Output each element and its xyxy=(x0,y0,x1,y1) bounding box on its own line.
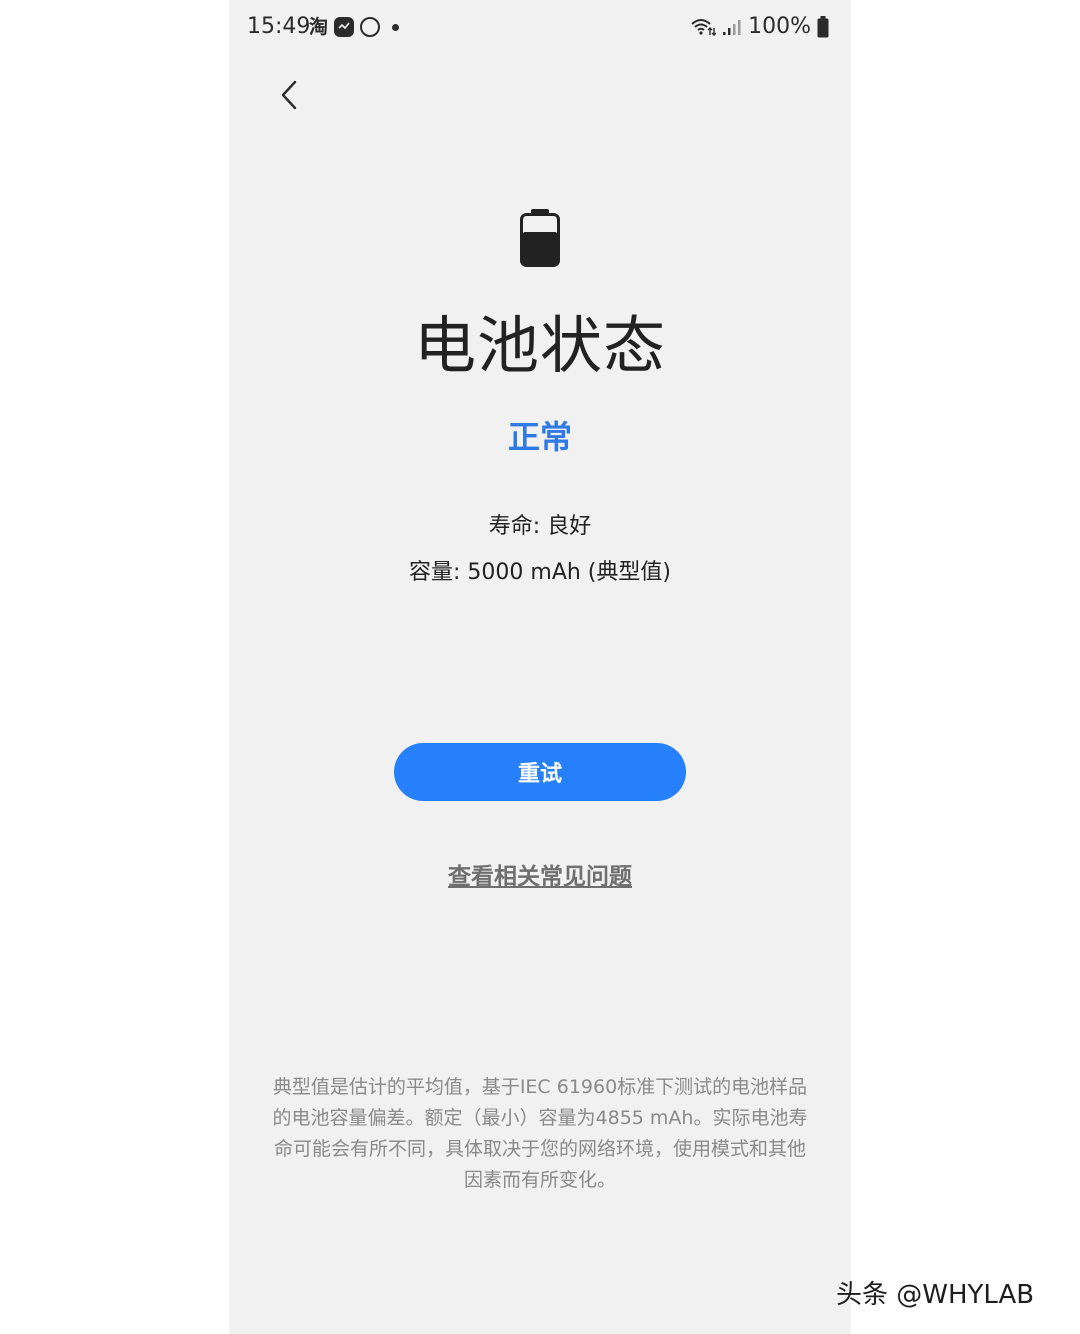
battery-percent: 100% xyxy=(748,14,811,39)
battery-life-text: 寿命: 良好 xyxy=(488,514,592,539)
wifi-icon xyxy=(691,18,717,36)
status-bar: 15:49 淘 100% xyxy=(229,0,851,56)
battery-status-icon xyxy=(520,209,560,267)
status-indicators: 100% xyxy=(690,14,829,39)
phone-screen: 15:49 淘 100% 电池状态 正常 寿命: 良好 容量: 5000 mAh… xyxy=(229,0,851,1334)
circle-app-icon xyxy=(360,17,381,37)
watermark: 头条 @WHYLAB xyxy=(836,1280,1035,1310)
page-title: 电池状态 xyxy=(413,309,666,382)
retry-button[interactable]: 重试 xyxy=(394,743,686,801)
battery-icon xyxy=(817,15,829,37)
faq-link[interactable]: 查看相关常见问题 xyxy=(229,861,851,893)
status-time: 15:49 xyxy=(247,14,311,39)
notification-icons: 淘 xyxy=(309,16,400,38)
signal-icon xyxy=(723,19,741,35)
back-button[interactable] xyxy=(269,72,309,118)
more-notifications-dot-icon xyxy=(392,23,400,31)
taobao-icon: 淘 xyxy=(309,16,329,38)
battery-status-value: 正常 xyxy=(507,418,572,456)
capacity-footnote: 典型值是估计的平均值，基于IEC 61960标准下测试的电池样品的电池容量偏差。… xyxy=(272,1076,808,1191)
battery-capacity-text: 容量: 5000 mAh (典型值) xyxy=(409,560,671,585)
chevron-left-icon xyxy=(281,80,297,110)
app-badge-icon xyxy=(334,17,355,37)
